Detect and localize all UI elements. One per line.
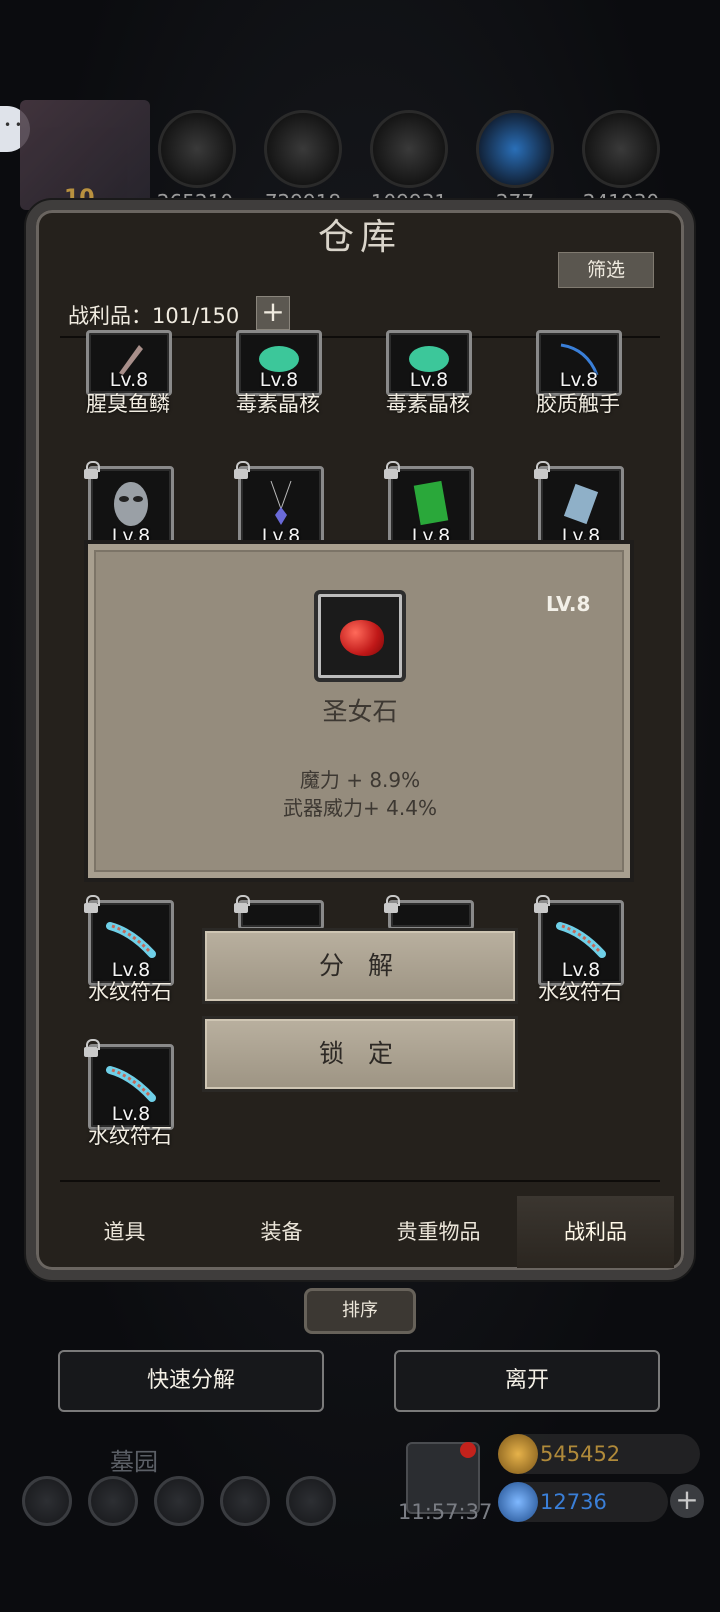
gold-coin-icon: [498, 1434, 538, 1474]
book-icon: [563, 484, 599, 525]
mask-icon: [114, 482, 148, 527]
lock-icon: [533, 461, 550, 479]
filter-button[interactable]: 筛选: [558, 252, 654, 288]
water-rune-icon: [556, 922, 606, 959]
item-stat: 魔力 + 8.9%: [299, 768, 421, 792]
lock-icon: [533, 895, 550, 913]
item-slot[interactable]: Lv.8: [84, 895, 174, 986]
item-name: 毒素晶核: [386, 392, 470, 416]
blue-gem-icon: [498, 1482, 538, 1522]
lock-icon: [383, 461, 400, 479]
item-slot[interactable]: Lv.8: [386, 330, 472, 396]
gem-value: 12736: [540, 1490, 607, 1514]
loot-count: 战利品：101/150: [68, 304, 240, 328]
item-name: 胶质触手: [536, 392, 620, 416]
item-slot[interactable]: Lv.8: [84, 1039, 174, 1130]
item-name: 毒素晶核: [236, 392, 320, 416]
item-slot[interactable]: Lv.8: [534, 895, 624, 986]
category-tabs: 道具 装备 贵重物品 战利品: [46, 1196, 674, 1268]
circuit-board-icon: [413, 481, 449, 526]
meat-resource-icon: [158, 110, 236, 188]
hero-icon[interactable]: [88, 1476, 138, 1526]
lock-button[interactable]: 锁 定: [202, 1016, 518, 1092]
lock-icon: [233, 461, 250, 479]
stone-resource-icon: [582, 110, 660, 188]
wood-resource-icon: [264, 110, 342, 188]
item-detail-name: 圣女石: [322, 697, 398, 726]
tab-valuables[interactable]: 贵重物品: [360, 1196, 517, 1268]
water-rune-icon: [106, 1066, 156, 1103]
item-detail-level: LV.8: [546, 592, 591, 616]
item-name: 水纹符石: [88, 1124, 172, 1148]
decompose-button[interactable]: 分 解: [202, 928, 518, 1004]
item-slot[interactable]: [234, 895, 324, 930]
add-gems-button[interactable]: +: [670, 1484, 704, 1518]
leave-button[interactable]: 离开: [394, 1350, 660, 1412]
item-slot[interactable]: Lv.8: [236, 330, 322, 396]
item-name: 水纹符石: [88, 980, 172, 1004]
gold-counter: 545452: [498, 1434, 700, 1474]
item-slot[interactable]: [384, 895, 474, 930]
expand-capacity-button[interactable]: +: [256, 296, 290, 330]
crystal-resource-icon: [476, 110, 554, 188]
gold-value: 545452: [540, 1442, 621, 1466]
castle-icon[interactable]: [154, 1476, 204, 1526]
item-name: 水纹符石: [538, 980, 622, 1004]
sort-button[interactable]: 排序: [304, 1288, 416, 1334]
player-avatar[interactable]: 10: [20, 100, 150, 211]
notification-dot: [460, 1442, 476, 1458]
lock-icon: [83, 1039, 100, 1057]
lock-icon: [83, 895, 100, 913]
location-label: 墓园: [110, 1448, 158, 1476]
shop-icon[interactable]: [286, 1476, 336, 1526]
tab-loot[interactable]: 战利品: [517, 1196, 674, 1268]
tab-items[interactable]: 道具: [46, 1196, 203, 1268]
water-rune-icon: [106, 922, 156, 959]
lock-icon: [83, 461, 100, 479]
lock-icon: [233, 895, 250, 913]
iron-resource-icon: [370, 110, 448, 188]
item-stat: 武器威力+ 4.4%: [283, 796, 437, 820]
gem-counter: 12736: [498, 1482, 668, 1522]
item-slot[interactable]: Lv.8: [536, 330, 622, 396]
item-slot[interactable]: Lv.8: [86, 330, 172, 396]
tab-equipment[interactable]: 装备: [203, 1196, 360, 1268]
necklace-icon: [270, 481, 292, 526]
settings-icon[interactable]: [22, 1476, 72, 1526]
divider: [60, 1180, 660, 1182]
lock-icon: [383, 895, 400, 913]
saint-stone-icon: [340, 620, 384, 656]
gift-timer: 11:57:37: [398, 1500, 493, 1524]
item-name: 腥臭鱼鳞: [86, 392, 170, 416]
item-detail-slot: [314, 590, 406, 682]
quick-decompose-button[interactable]: 快速分解: [58, 1350, 324, 1412]
mail-icon[interactable]: [220, 1476, 270, 1526]
